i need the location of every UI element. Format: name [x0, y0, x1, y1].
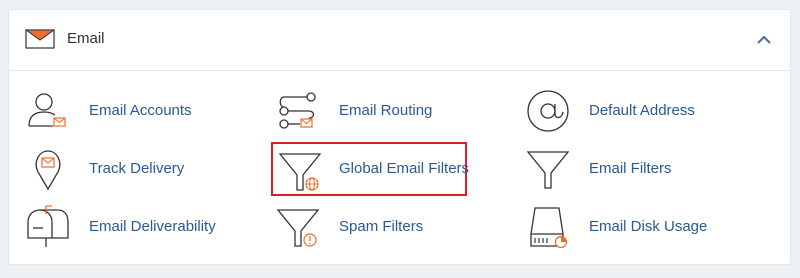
global-email-filters-link[interactable]: Global Email Filters	[271, 142, 470, 196]
email-section-panel: Email Email Accounts Email Routing Defau…	[8, 9, 791, 265]
section-title: Email	[67, 30, 105, 47]
email-filters-link[interactable]: Email Filters	[525, 146, 745, 192]
spam-filters-link[interactable]: Spam Filters	[275, 204, 495, 250]
envelope-icon	[25, 29, 55, 49]
item-label: Email Disk Usage	[589, 218, 708, 235]
item-label: Track Delivery	[89, 160, 185, 177]
email-accounts-link[interactable]: Email Accounts	[25, 88, 245, 134]
item-label: Email Accounts	[89, 102, 192, 119]
default-address-link[interactable]: Default Address	[525, 88, 745, 134]
map-pin-mail-icon	[35, 150, 61, 191]
at-sign-icon	[527, 90, 569, 132]
item-label: Email Deliverability	[89, 218, 216, 235]
disk-usage-icon	[530, 207, 568, 249]
email-deliverability-link[interactable]: Email Deliverability	[25, 204, 245, 250]
funnel-icon	[526, 151, 570, 189]
mailbox-icon	[27, 205, 69, 247]
routing-icon	[279, 92, 316, 129]
email-routing-link[interactable]: Email Routing	[275, 88, 495, 134]
chevron-up-icon[interactable]	[756, 34, 772, 46]
user-mail-icon	[28, 93, 66, 127]
item-label: Spam Filters	[339, 218, 424, 235]
item-label: Email Filters	[589, 160, 672, 177]
item-label: Default Address	[589, 102, 695, 119]
track-delivery-link[interactable]: Track Delivery	[25, 146, 245, 192]
section-header[interactable]: Email	[9, 10, 790, 71]
email-disk-usage-link[interactable]: Email Disk Usage	[525, 204, 745, 250]
item-label: Email Routing	[339, 102, 433, 119]
funnel-globe-icon	[278, 153, 322, 191]
item-label: Global Email Filters	[339, 160, 470, 177]
funnel-alert-icon	[276, 209, 320, 247]
